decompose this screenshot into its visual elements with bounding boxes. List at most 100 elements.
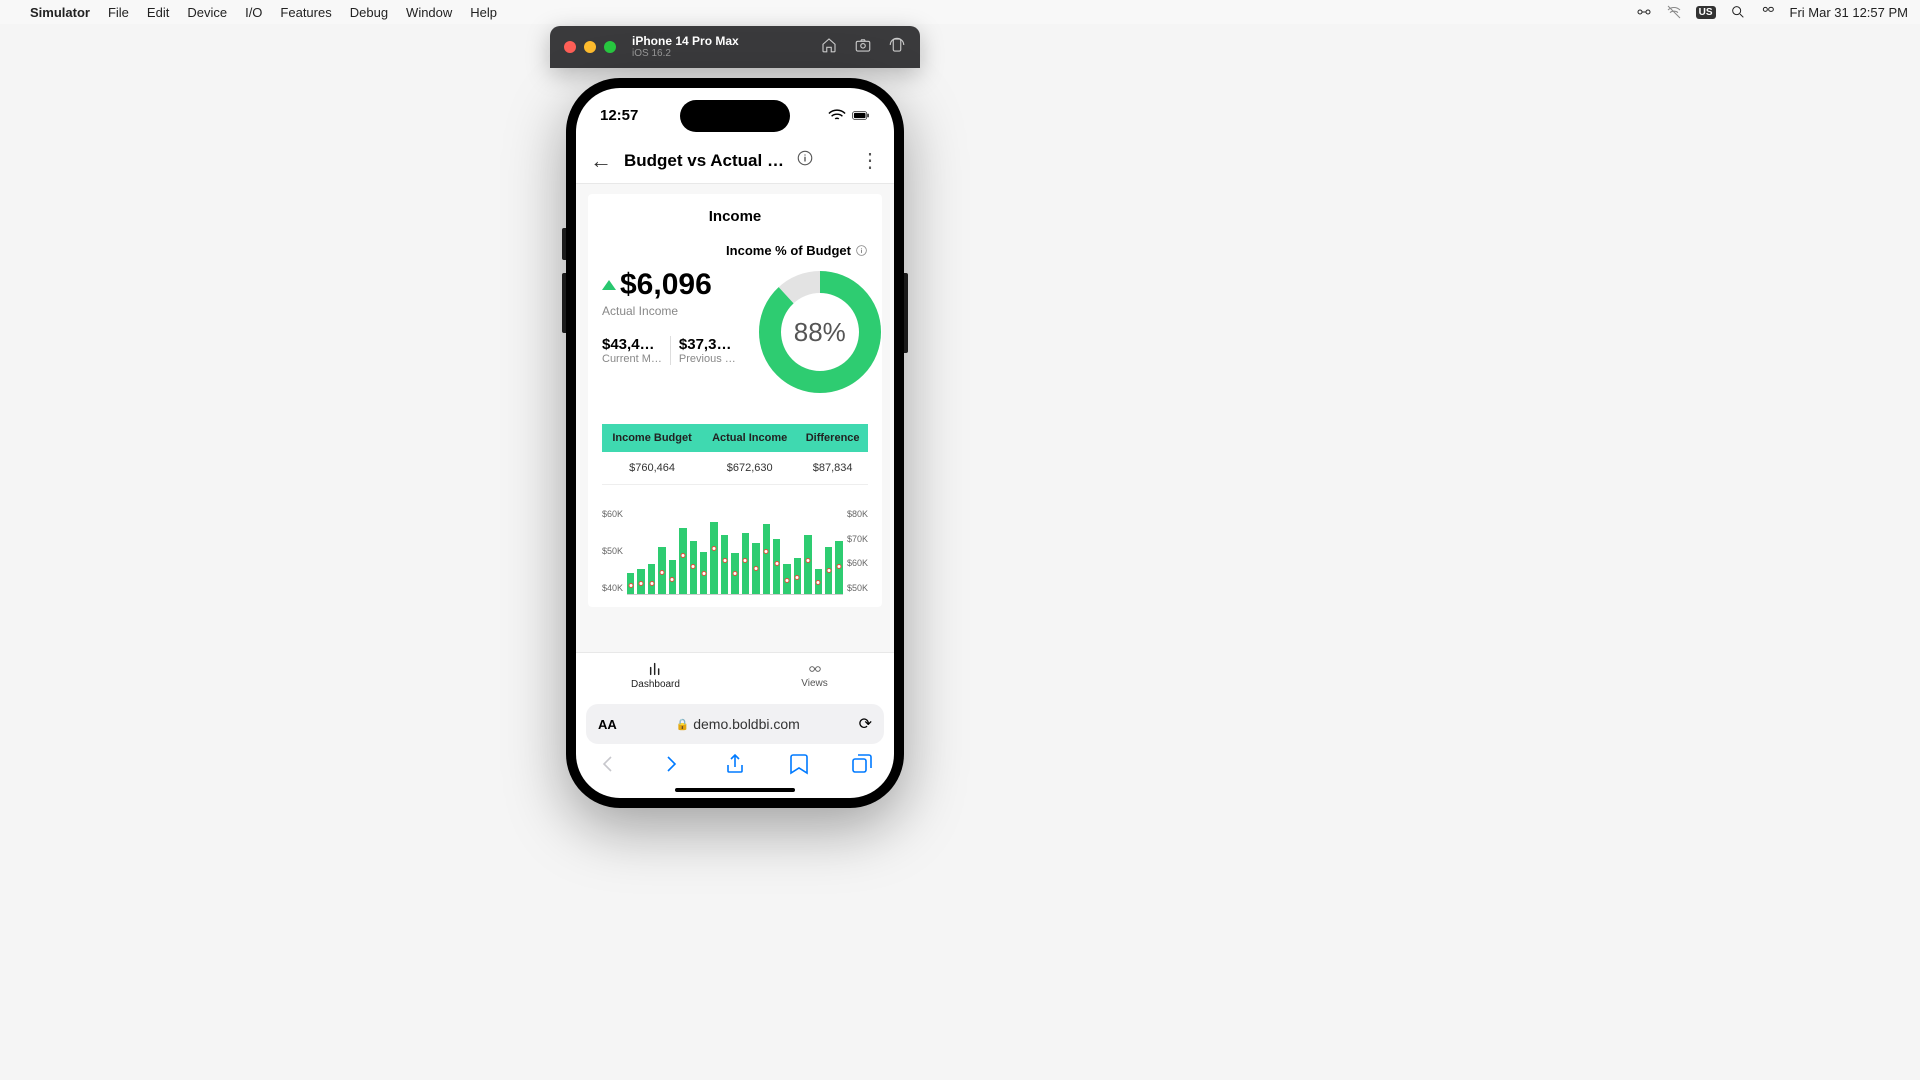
income-card: Income Income % of Budget $6,096 Actual … (588, 194, 882, 607)
line-point (680, 553, 685, 558)
window-title: iPhone 14 Pro Max iOS 16.2 (632, 34, 739, 60)
menu-debug[interactable]: Debug (350, 5, 388, 20)
line-point (701, 571, 706, 576)
close-window-button[interactable] (564, 41, 576, 53)
bar (637, 569, 644, 595)
tabs-button[interactable] (850, 752, 874, 781)
safari-url-bar[interactable]: AA 🔒 demo.boldbi.com ⟳ (586, 704, 884, 744)
screenshot-icon[interactable] (854, 36, 872, 59)
line-point (837, 564, 842, 569)
status-time: 12:57 (600, 107, 638, 124)
bar (835, 541, 842, 594)
tab-views[interactable]: Views (735, 653, 894, 698)
share-button[interactable] (723, 752, 747, 781)
line-point (753, 566, 758, 571)
reload-button[interactable]: ⟳ (859, 714, 872, 734)
binoculars-icon[interactable] (1636, 4, 1652, 20)
previous-month-kpi: $37,3… Previous … (671, 336, 744, 365)
device-os: iOS 16.2 (632, 48, 739, 60)
bookmarks-button[interactable] (787, 752, 811, 781)
menu-file[interactable]: File (108, 5, 129, 20)
bar (804, 535, 811, 595)
menu-clock[interactable]: Fri Mar 31 12:57 PM (1790, 5, 1909, 20)
actual-income-value: $6,096 (602, 268, 744, 302)
bar (710, 522, 717, 594)
menu-help[interactable]: Help (470, 5, 497, 20)
actual-income-label: Actual Income (602, 304, 744, 318)
tab-dashboard[interactable]: Dashboard (576, 653, 735, 698)
bar (627, 573, 634, 594)
dashboard-bottom-tabs: Dashboard Views (576, 652, 894, 698)
bar (679, 528, 686, 594)
iphone-device-frame: 12:57 ← Budget vs Actual Da… ⋮ Income In… (566, 78, 904, 808)
zoom-window-button[interactable] (604, 41, 616, 53)
safari-toolbar (576, 744, 894, 788)
line-point (785, 578, 790, 583)
menu-features[interactable]: Features (280, 5, 331, 20)
device-name: iPhone 14 Pro Max (632, 34, 739, 48)
bar (669, 560, 676, 594)
menu-edit[interactable]: Edit (147, 5, 169, 20)
menu-device[interactable]: Device (187, 5, 227, 20)
bar (752, 543, 759, 594)
line-point (743, 558, 748, 563)
minimize-window-button[interactable] (584, 41, 596, 53)
nav-back-button (596, 752, 620, 781)
income-pct-donut: 88% (756, 268, 884, 396)
bar (815, 569, 822, 595)
url-address[interactable]: 🔒 demo.boldbi.com (625, 716, 851, 732)
kpi-group: $6,096 Actual Income $43,4… Current M… $… (602, 268, 744, 365)
wifi-icon (828, 109, 846, 122)
bar-chart-icon (647, 661, 665, 677)
line-point (628, 583, 633, 588)
text-size-button[interactable]: AA (598, 717, 617, 732)
mac-menu-bar: Simulator File Edit Device I/O Features … (0, 0, 1920, 24)
bar (690, 541, 697, 594)
line-point (774, 561, 779, 566)
spotlight-icon[interactable] (1730, 4, 1746, 20)
bar (742, 533, 749, 594)
dashboard-content[interactable]: Income Income % of Budget $6,096 Actual … (576, 184, 894, 652)
menu-window[interactable]: Window (406, 5, 452, 20)
line-point (670, 577, 675, 582)
back-button[interactable]: ← (590, 148, 612, 174)
home-button-icon[interactable] (820, 36, 838, 59)
control-center-icon[interactable] (1760, 4, 1776, 20)
simulator-window-titlebar[interactable]: iPhone 14 Pro Max iOS 16.2 (550, 26, 920, 68)
income-bar-chart: $60K$50K$40K $80K$70K$60K$50K (602, 509, 868, 595)
rotate-icon[interactable] (888, 36, 906, 59)
bar (763, 524, 770, 594)
bar (700, 552, 707, 595)
input-source-badge[interactable]: US (1696, 6, 1716, 19)
chart-bars (627, 509, 843, 595)
line-point (732, 571, 737, 576)
menu-io[interactable]: I/O (245, 5, 262, 20)
line-point (691, 564, 696, 569)
bar (825, 547, 832, 594)
more-menu-button[interactable]: ⋮ (860, 148, 880, 173)
line-point (826, 568, 831, 573)
info-icon[interactable] (796, 149, 814, 172)
nav-forward-button[interactable] (659, 752, 683, 781)
home-indicator[interactable] (675, 788, 795, 792)
dashboard-header: ← Budget vs Actual Da… ⋮ (576, 138, 894, 184)
line-point (795, 575, 800, 580)
wifi-off-icon[interactable] (1666, 4, 1682, 20)
col-difference: Difference (797, 424, 868, 452)
status-indicators (828, 109, 870, 122)
dynamic-island (680, 100, 790, 132)
trend-up-icon (602, 280, 616, 290)
battery-icon (852, 111, 870, 120)
line-point (660, 570, 665, 575)
table-row: $760,464 $672,630 $87,834 (602, 452, 868, 485)
app-name[interactable]: Simulator (30, 5, 90, 20)
line-point (649, 581, 654, 586)
y-axis-right: $80K$70K$60K$50K (843, 509, 868, 595)
bar (648, 564, 655, 594)
line-point (639, 581, 644, 586)
donut-percentage: 88% (756, 268, 884, 396)
info-icon[interactable] (855, 244, 868, 257)
widget-subtitle: Income % of Budget (602, 243, 868, 258)
glasses-icon (805, 662, 825, 676)
line-point (816, 580, 821, 585)
